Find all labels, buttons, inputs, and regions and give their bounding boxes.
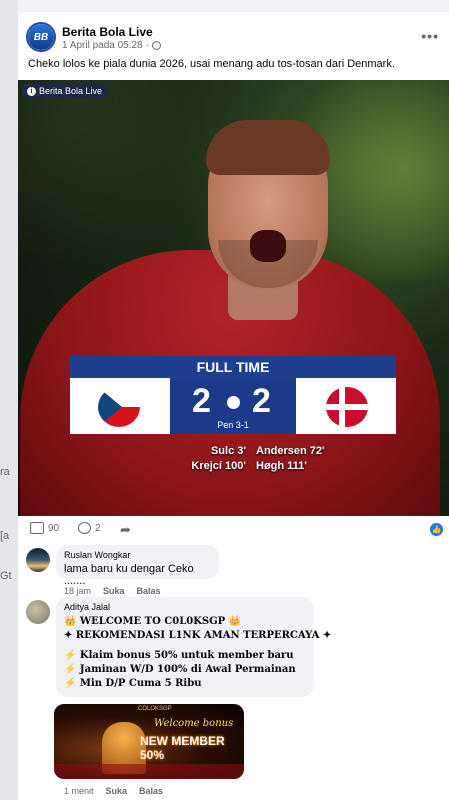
- full-time-banner: FULL TIME: [70, 356, 396, 378]
- like-reaction-icon: 👍: [430, 523, 443, 536]
- page-name[interactable]: Berita Bola Live: [62, 25, 153, 39]
- comment-bubble: Ruslan Wongkar lama baru ku dengar Ceko …: [56, 545, 219, 587]
- comment-text: lama baru ku dengar Ceko .......: [64, 563, 194, 587]
- share-button[interactable]: ➦: [120, 522, 131, 538]
- reaction-bar: 90 2 ➦ 👍: [18, 516, 449, 540]
- background-text: Gt: [0, 570, 12, 582]
- comment-button[interactable]: 2: [78, 522, 101, 534]
- post-card: BB Berita Bola Live 1 April pada 05.28 ·…: [18, 12, 449, 800]
- comment-time[interactable]: 18 jam: [64, 586, 91, 596]
- share-arrow-icon: ➦: [120, 522, 131, 537]
- comment-line: ⚡ Klaim bonus 50% untuk member baru: [64, 650, 294, 661]
- comment-author[interactable]: Ruslan Wongkar: [64, 550, 211, 560]
- penalty-score: Pen 3-1: [217, 420, 249, 430]
- comment-image[interactable]: COLOKSGP Welcome bonus NEW MEMBER 50%: [54, 704, 244, 779]
- thumbs-up-icon: [30, 522, 44, 534]
- more-options-button[interactable]: •••: [421, 28, 439, 44]
- comment-actions: 1 menit Suka Balas: [64, 786, 163, 796]
- promo-headline: NEW MEMBER 50%: [140, 734, 225, 762]
- page-avatar[interactable]: BB: [26, 22, 56, 52]
- background-page-strip: ra [a Gt: [0, 0, 18, 800]
- score-panel: 2 2 Pen 3-1: [170, 378, 296, 434]
- denmark-flag-icon: [326, 387, 368, 427]
- czech-flag-icon: [98, 387, 140, 427]
- comment-line: ✦ REKOMENDASI L1NK AMAN TERPERCAYA ✦: [64, 630, 332, 641]
- comment-time[interactable]: 1 menit: [64, 786, 94, 796]
- post-meta: 1 April pada 05.28 ·: [62, 40, 161, 51]
- background-text: [a: [0, 530, 10, 542]
- comment-line: ⚡ Min D/P Cuma 5 Ribu: [64, 678, 202, 689]
- scorers-denmark: Andersen 72' Høgh 111': [256, 445, 325, 472]
- image-source-tag: i Berita Bola Live: [22, 84, 108, 98]
- post-image[interactable]: i Berita Bola Live FULL TIME 2 2 Pen 3-1…: [18, 80, 449, 516]
- scorers-czech: Sulc 3' Krejcí 100': [191, 445, 246, 472]
- like-count: 90: [48, 522, 60, 534]
- comment-author[interactable]: Aditya Jalal: [64, 602, 306, 612]
- globe-icon: [151, 41, 161, 50]
- comment-count: 2: [95, 522, 101, 534]
- page-logo: BB: [28, 24, 54, 50]
- background-text: ra: [0, 466, 10, 478]
- post-caption: Cheko lolos ke piala dunia 2026, usai me…: [28, 58, 395, 70]
- info-icon: i: [27, 86, 36, 96]
- football-icon: [225, 394, 242, 411]
- comment-reply-button[interactable]: Balas: [139, 786, 163, 796]
- avatar[interactable]: [26, 548, 50, 572]
- comment-like-button[interactable]: Suka: [106, 786, 128, 796]
- comment-actions: 18 jam Suka Balas: [64, 586, 161, 596]
- score-left: 2: [192, 382, 211, 420]
- avatar[interactable]: [26, 600, 50, 624]
- comment-line: 👑 WELCOME TO C0L0KSGP 👑: [64, 616, 242, 627]
- comment-like-button[interactable]: Suka: [103, 586, 125, 596]
- scoreboard: 2 2 Pen 3-1: [70, 378, 396, 434]
- score-right: 2: [252, 382, 271, 420]
- promo-welcome: Welcome bonus: [154, 718, 234, 729]
- post-timestamp[interactable]: 1 April pada 05.28: [62, 40, 143, 51]
- comment-bubble: Aditya Jalal 👑 WELCOME TO C0L0KSGP 👑 ✦ R…: [56, 597, 332, 697]
- comment-icon: [78, 522, 91, 534]
- promo-brand: COLOKSGP: [138, 706, 172, 712]
- comment-line: ⚡ Jaminan W/D 100% di Awal Permainan: [64, 664, 296, 675]
- post-header: BB Berita Bola Live 1 April pada 05.28 ·…: [18, 12, 449, 64]
- like-button[interactable]: 90: [30, 522, 59, 534]
- comment-reply-button[interactable]: Balas: [137, 586, 161, 596]
